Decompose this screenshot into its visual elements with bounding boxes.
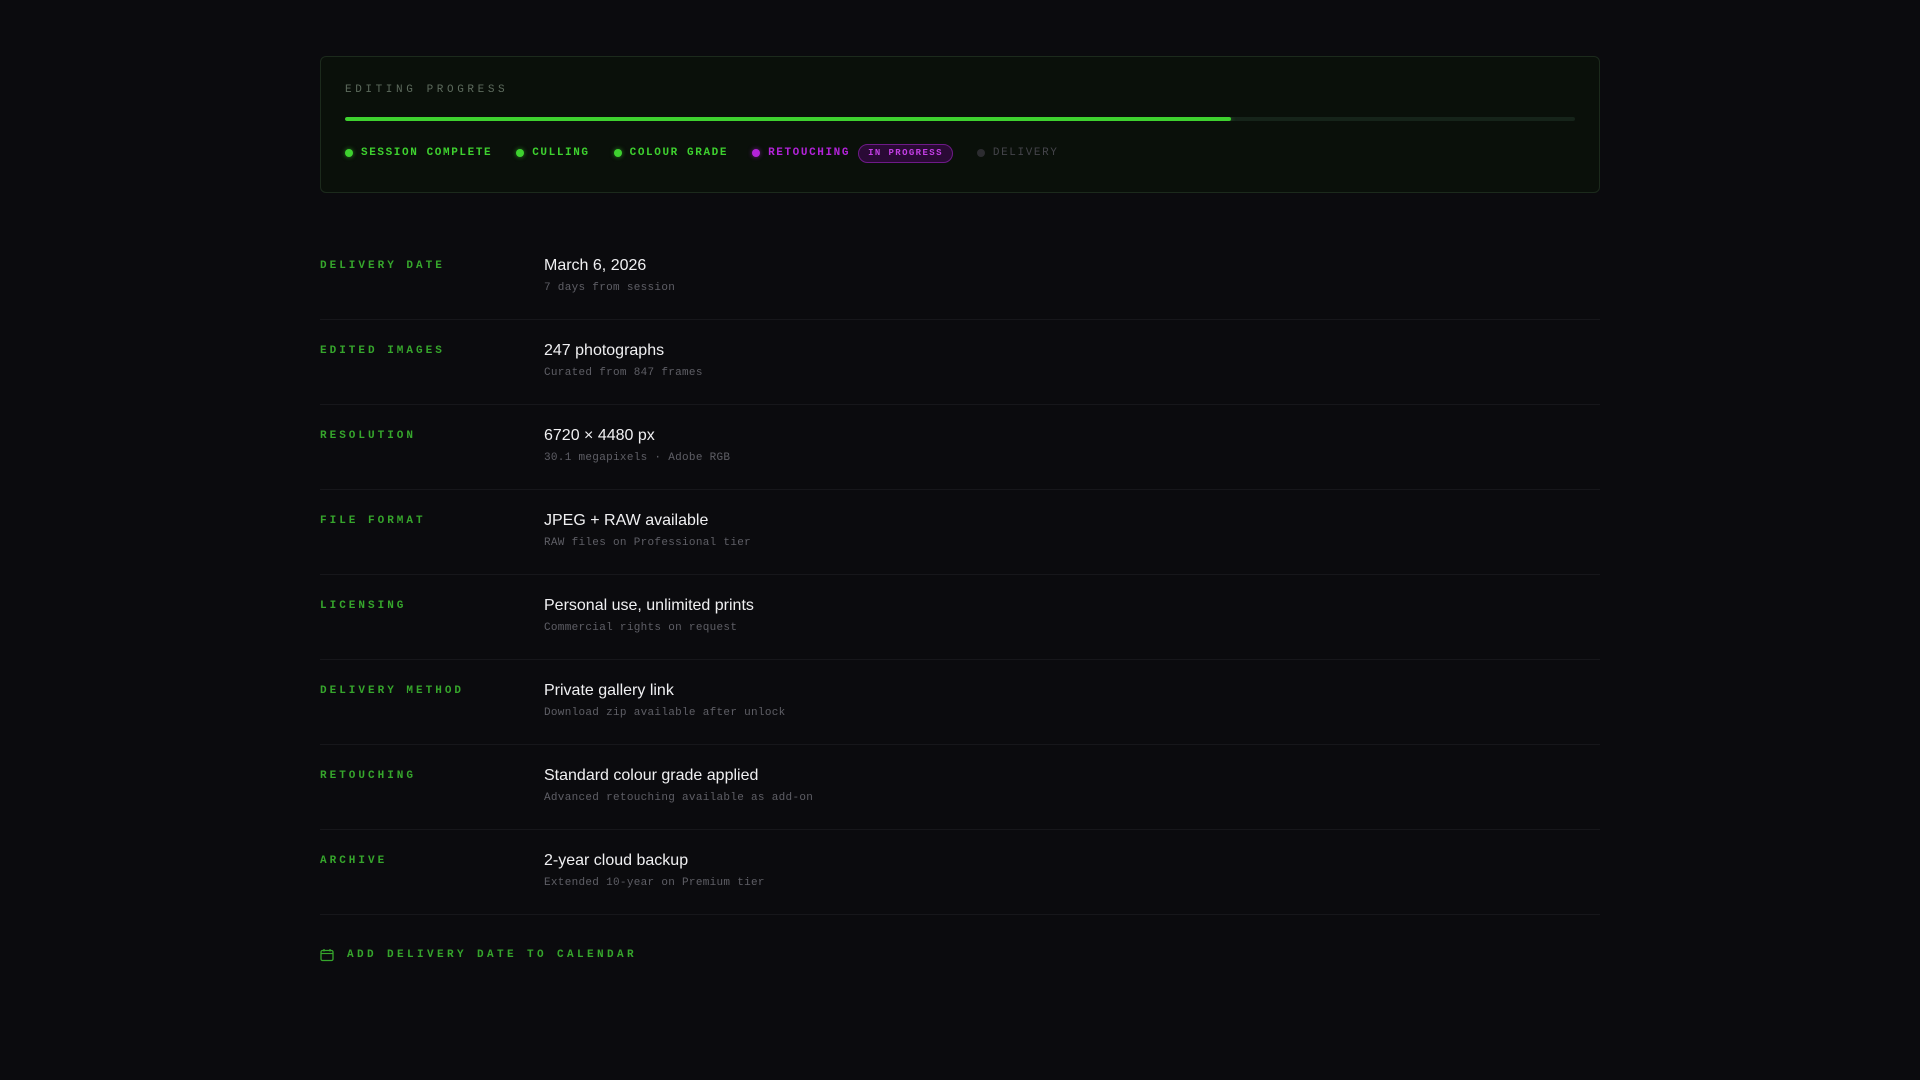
detail-value: Personal use, unlimited prints [544,597,754,614]
detail-value: March 6, 2026 [544,257,647,274]
editing-progress-card: EDITING PROGRESS SESSION COMPLETE CULLIN… [320,56,1600,193]
step-session-complete: SESSION COMPLETE [345,147,492,159]
calendar-icon [320,949,334,962]
step-label: DELIVERY [992,147,1059,159]
detail-row-delivery-date: DELIVERY DATE March 6, 2026 7 days from … [320,235,1600,320]
progress-bar [345,117,1575,121]
detail-value: Private gallery link [544,682,674,699]
delivery-details-list: DELIVERY DATE March 6, 2026 7 days from … [320,235,1600,915]
detail-label: RESOLUTION [320,430,417,442]
detail-row-archive: ARCHIVE 2-year cloud backup Extended 10-… [320,830,1600,915]
detail-row-resolution: RESOLUTION 6720 × 4480 px 30.1 megapixel… [320,405,1600,490]
detail-subtext: RAW files on Professional tier [544,537,752,549]
detail-label: ARCHIVE [320,855,388,867]
step-retouching: RETOUCHING IN PROGRESS [752,143,953,163]
add-to-calendar-button[interactable]: ADD DELIVERY DATE TO CALENDAR [320,948,640,962]
step-pending-dot-icon [976,149,985,157]
step-complete-dot-icon [345,149,353,157]
step-delivery: DELIVERY [976,147,1059,159]
progress-bar-fill [345,117,1231,121]
detail-subtext: Download zip available after unlock [544,707,786,719]
detail-row-file-format: FILE FORMAT JPEG + RAW available RAW fil… [320,490,1600,575]
detail-label: EDITED IMAGES [320,345,445,357]
detail-subtext: 7 days from session [544,282,676,294]
step-label: RETOUCHING [768,147,851,159]
step-complete-dot-icon [613,149,622,157]
delivery-panel: EDITING PROGRESS SESSION COMPLETE CULLIN… [320,56,1600,962]
detail-label: LICENSING [320,600,407,612]
detail-row-retouching: RETOUCHING Standard colour grade applied… [320,745,1600,830]
progress-steps: SESSION COMPLETE CULLING COLOUR GRADE RE… [345,143,1575,163]
detail-subtext: 30.1 megapixels · Adobe RGB [544,452,731,464]
detail-subtext: Advanced retouching available as add-on [544,792,814,804]
detail-value: 2-year cloud backup [544,852,689,869]
detail-value: 6720 × 4480 px [544,427,655,444]
detail-subtext: Extended 10-year on Premium tier [544,877,765,889]
step-complete-dot-icon [516,149,525,157]
detail-value: JPEG + RAW available [544,512,709,529]
detail-label: FILE FORMAT [320,515,426,527]
progress-title: EDITING PROGRESS [345,84,509,96]
detail-label: DELIVERY METHOD [320,685,465,697]
add-to-calendar-label: ADD DELIVERY DATE TO CALENDAR [347,949,638,961]
detail-row-licensing: LICENSING Personal use, unlimited prints… [320,575,1600,660]
detail-value: Standard colour grade applied [544,767,759,784]
detail-subtext: Curated from 847 frames [544,367,703,379]
detail-row-delivery-method: DELIVERY METHOD Private gallery link Dow… [320,660,1600,745]
detail-label: RETOUCHING [320,770,417,782]
step-culling: CULLING [516,147,589,159]
step-active-dot-icon [752,149,761,157]
status-badge: IN PROGRESS [858,143,953,163]
step-label: COLOUR GRADE [629,147,729,159]
step-label: CULLING [532,147,590,159]
step-label: SESSION COMPLETE [361,147,493,159]
detail-value: 247 photographs [544,342,665,359]
detail-subtext: Commercial rights on request [544,622,738,634]
detail-row-edited-images: EDITED IMAGES 247 photographs Curated fr… [320,320,1600,405]
detail-label: DELIVERY DATE [320,260,445,272]
step-colour-grade: COLOUR GRADE [613,147,729,159]
